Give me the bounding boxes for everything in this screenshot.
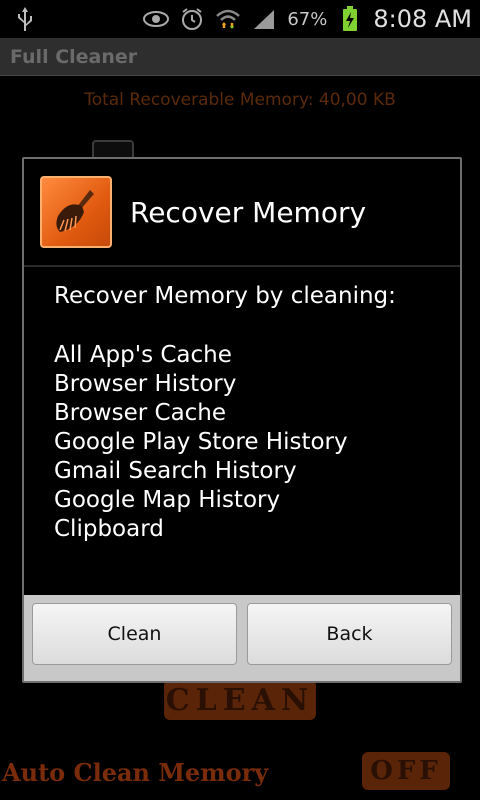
eye-icon [143,6,170,32]
signal-icon [251,6,277,32]
list-item: Browser History [54,371,237,397]
list-item: Gmail Search History [54,458,297,484]
broom-icon [40,176,112,248]
auto-clean-toggle[interactable]: OFF [362,752,450,790]
cleanup-list: All App's Cache Browser History Browser … [54,341,440,544]
wifi-icon [215,6,241,32]
list-item: Google Map History [54,487,281,513]
list-item: Browser Cache [54,400,227,426]
auto-clean-label: Auto Clean Memory [2,758,269,787]
list-item: Clipboard [54,516,164,542]
clean-main-button[interactable]: CLEAN [164,680,316,720]
clean-button[interactable]: Clean [32,603,237,665]
dialog-button-bar: Clean Back [24,595,460,681]
list-item: All App's Cache [54,342,232,368]
dialog-header: Recover Memory [24,159,460,267]
back-button[interactable]: Back [247,603,452,665]
app-title: Full Cleaner [10,45,138,68]
total-recoverable-memory: Total Recoverable Memory: 40,00 KB [84,90,396,110]
app-title-bar: Full Cleaner [0,38,480,76]
status-bar: 67% 8:08 AM [0,0,480,38]
battery-percent: 67% [287,8,328,30]
list-item: Google Play Store History [54,429,348,455]
dialog-body: Recover Memory by cleaning: All App's Ca… [54,283,440,544]
recover-memory-dialog: Recover Memory Recover Memory by cleanin… [22,157,462,683]
dialog-intro: Recover Memory by cleaning: [54,283,396,309]
dialog-title: Recover Memory [130,195,367,229]
battery-charging-icon [337,6,363,32]
clock: 8:08 AM [373,5,472,33]
usb-icon [12,6,38,32]
alarm-icon [179,6,205,32]
